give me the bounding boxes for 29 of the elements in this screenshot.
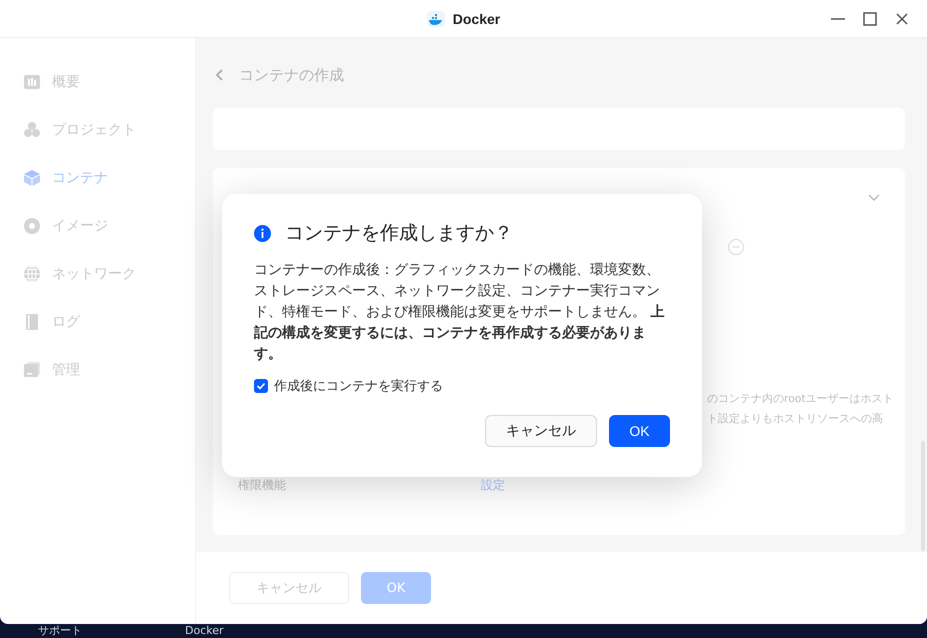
settings-link[interactable]: 設定 (481, 477, 505, 494)
minimize-icon (831, 18, 845, 20)
hint-text: ト設定よりもホストリソースへの高 (707, 411, 883, 427)
minus-circle-icon[interactable] (727, 238, 745, 256)
sidebar-item[interactable]: コンテナ (0, 154, 195, 202)
checkmark-icon (256, 381, 266, 391)
maximize-icon (862, 11, 878, 27)
close-icon (894, 11, 910, 27)
field-label: 権限機能 (238, 477, 287, 494)
box-icon (23, 169, 41, 187)
cancel-button[interactable]: キャンセル (485, 415, 597, 447)
globe-icon (23, 265, 41, 283)
cubes-icon (23, 121, 41, 139)
book-icon (23, 313, 41, 331)
dialog-title: コンテナを作成しますか？ (285, 221, 513, 246)
panel-icon (23, 361, 41, 379)
window-title: Docker (452, 10, 500, 26)
ok-button[interactable]: OK (609, 415, 670, 447)
desktop-label: サポート (37, 624, 83, 638)
run-after-create-checkbox[interactable]: 作成後にコンテナを実行する (254, 377, 443, 395)
info-icon (254, 224, 271, 242)
hint-text: のコンテナ内のrootユーザーはホスト (707, 391, 894, 407)
desktop-label: Docker (185, 624, 224, 638)
chart-icon (23, 73, 41, 91)
page-title: コンテナの作成 (239, 66, 344, 84)
disc-icon (23, 217, 41, 235)
whale-icon (426, 10, 445, 26)
cancel-button[interactable]: キャンセル (229, 572, 349, 604)
dialog-message: コンテナーの作成後：グラフィックスカードの機能、環境変数、ストレージスペース、ネットワーク設定、コンテナー実行コマンド、特権モード、および権限機能は変更をサポートしません。 上記の構成を変更するには、コンテナを再作成する必要があります。 (254, 261, 666, 364)
